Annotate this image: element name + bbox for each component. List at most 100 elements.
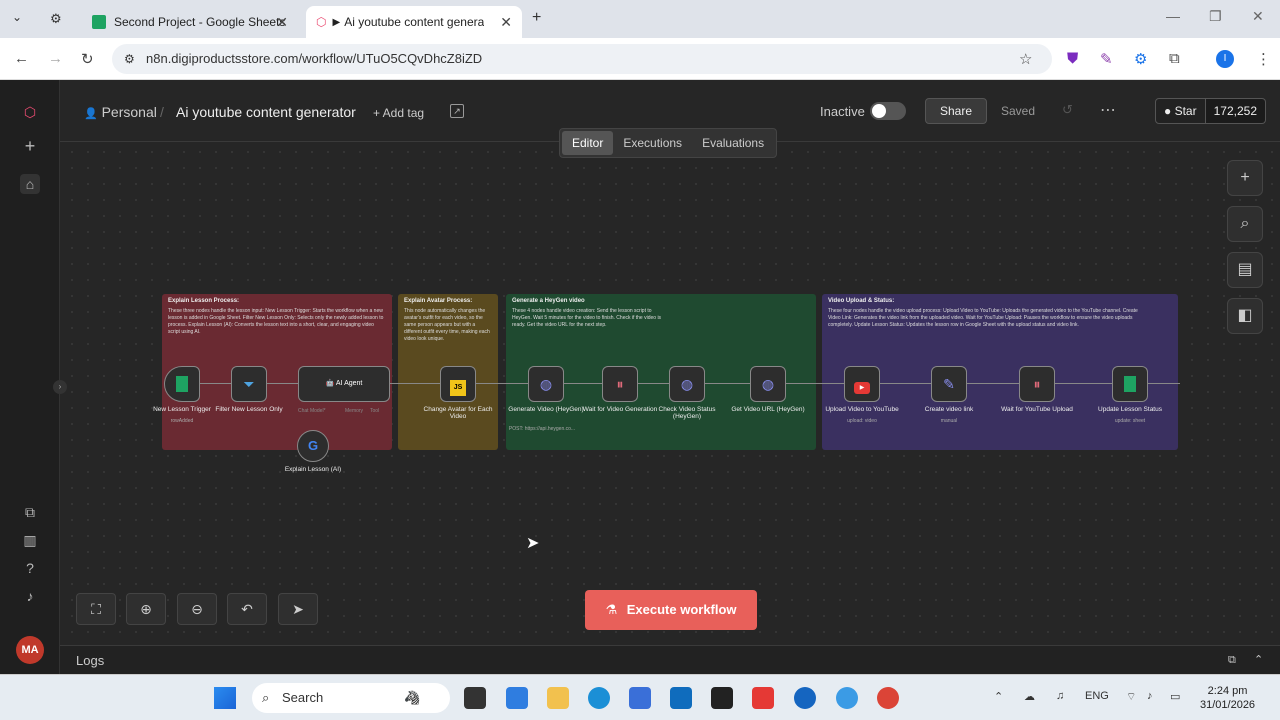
browser-menu-icon[interactable]: ⋮ [1256,50,1271,68]
add-icon[interactable]: + [20,136,40,156]
app-t-icon[interactable] [794,687,816,709]
battery-icon[interactable]: ▭ [1170,690,1180,703]
volume-icon[interactable]: ♪ [1147,690,1153,702]
taskbar-search[interactable]: ⌕ Search 🦓 [252,683,450,713]
node-upload-youtube[interactable]: ▶ [844,366,880,402]
new-tab-icon[interactable]: + [532,9,541,27]
project-breadcrumb[interactable]: 👤 Personal [84,104,157,120]
sync-app-icon[interactable] [836,687,858,709]
node-wait-youtube[interactable]: ⏸ [1019,366,1055,402]
share-button[interactable]: Share [925,98,987,124]
windows-start-icon[interactable] [214,687,236,709]
maximize-icon[interactable]: ❐ [1209,8,1222,25]
url-input[interactable]: ⚙ n8n.digiproductsstore.com/workflow/UTu… [112,44,1052,74]
minimize-icon[interactable]: — [1166,8,1180,24]
system-clock[interactable]: 2:24 pm 31/01/2026 [1200,684,1255,712]
node-label: Wait for YouTube Upload [1001,406,1073,413]
node-generate-video[interactable]: ◍ [528,366,564,402]
microsoft365-icon[interactable] [506,687,528,709]
gear-extension-icon[interactable]: ⚙ [1134,50,1147,68]
mic-icon[interactable]: ♫ [1056,690,1064,702]
store-icon[interactable] [629,687,651,709]
network-icon[interactable]: ☁ [1024,690,1035,703]
language-indicator[interactable]: ENG [1085,690,1109,702]
chevron-up-icon[interactable]: ⌃ [1254,646,1263,675]
wifi-icon[interactable]: ⌔ [1126,690,1136,704]
templates-icon[interactable]: ⧉ [20,502,40,522]
add-node-button[interactable]: + [1227,160,1263,196]
node-label: Create video link [924,406,974,413]
tab-evaluations[interactable]: Evaluations [692,131,774,155]
chatgpt-tab-icon[interactable]: ⚙ [50,11,62,27]
node-sub: manual [940,418,958,424]
play-icon: ▶ [332,16,341,28]
help-icon[interactable]: ? [20,558,40,578]
reload-icon[interactable]: ↻ [81,50,94,68]
execute-workflow-button[interactable]: ⚗ Execute workflow [585,590,757,630]
node-label: Check Video Status (HeyGen) [658,406,716,420]
active-toggle[interactable] [870,102,906,120]
node-update-status[interactable] [1112,366,1148,402]
node-label: Explain Lesson (AI) [284,466,342,473]
more-options-icon[interactable]: ⋯ [1100,100,1116,120]
node-ai-agent[interactable]: 🤖 AI Agent [298,366,390,402]
search-placeholder: Search [282,690,324,705]
search-nodes-button[interactable]: ⌕ [1227,206,1263,242]
ai-agent-label: AI Agent [335,380,363,387]
close-icon[interactable]: ✕ [500,14,512,31]
node-wait-video[interactable]: ⏸ [602,366,638,402]
zoom-to-fit-button[interactable]: ⛶ [76,593,116,625]
zoom-in-button[interactable]: ⊕ [126,593,166,625]
extensions-icon[interactable]: ⧉ [1169,50,1180,67]
tidy-up-button[interactable]: ➤ [278,593,318,625]
node-get-video-url[interactable]: ◍ [750,366,786,402]
file-explorer-icon[interactable] [547,687,569,709]
node-create-link[interactable]: ✎ [931,366,967,402]
tab-google-sheets[interactable]: Second Project - Google Sheets ✕ [82,6,298,38]
node-change-avatar[interactable]: JS [440,366,476,402]
popout-icon[interactable]: ⧉ [1228,646,1236,675]
task-view-icon[interactable] [464,687,486,709]
pen-extension-icon[interactable]: ✎ [1100,50,1113,68]
edit-description-icon[interactable]: ↗ [450,104,464,118]
undo-button[interactable]: ↶ [227,593,267,625]
close-window-icon[interactable]: ✕ [1252,8,1264,25]
profile-avatar[interactable]: I [1216,50,1234,68]
youtube-icon[interactable] [752,687,774,709]
notifications-icon[interactable]: ♪ [20,586,40,606]
bookmark-star-icon[interactable]: ☆ [1019,50,1032,68]
zoom-out-button[interactable]: ⊖ [177,593,217,625]
node-filter-new-lesson[interactable]: ⏷ [231,366,267,402]
node-new-lesson-trigger[interactable] [164,366,200,402]
add-tag-button[interactable]: + Add tag [373,106,424,120]
tray-chevron-icon[interactable]: ⌃ [994,690,1003,703]
site-info-icon[interactable]: ⚙ [124,44,135,74]
terminal-icon[interactable] [711,687,733,709]
github-icon: ● [1164,104,1172,118]
back-icon[interactable]: ← [14,50,29,67]
workflow-title[interactable]: Ai youtube content generator [176,104,356,120]
tab-n8n-workflow[interactable]: ⬡ ▶ Ai youtube content generato ✕ [306,6,522,38]
n8n-logo-icon[interactable]: ⬡ [20,102,40,122]
node-check-status[interactable]: ◍ [669,366,705,402]
logs-panel[interactable]: Logs ⧉ ⌃ [60,645,1280,674]
home-icon[interactable]: ⌂ [20,174,40,194]
shield-extension-icon[interactable]: ⛊ [1067,50,1078,67]
tab-list-chevron-icon[interactable]: ⌄ [12,10,22,24]
tab-editor[interactable]: Editor [562,131,614,155]
chrome-icon[interactable] [877,687,899,709]
close-icon[interactable]: ✕ [276,14,288,31]
insights-icon[interactable]: ▥ [20,530,40,550]
sticky-note-button[interactable]: ▤ [1227,252,1263,288]
history-icon[interactable]: ↺ [1062,102,1073,118]
user-avatar[interactable]: MA [16,636,44,664]
github-star-button[interactable]: ● Star 172,252 [1155,98,1266,124]
edge-icon[interactable] [588,687,610,709]
node-explain-lesson-ai[interactable]: G [297,430,329,462]
view-tabs: Editor Executions Evaluations [559,128,778,158]
panel-toggle-button[interactable]: ◧ [1227,298,1263,334]
outlook-icon[interactable] [670,687,692,709]
forward-icon[interactable]: → [48,50,63,67]
tab-executions[interactable]: Executions [613,131,692,155]
expand-sidebar-icon[interactable]: › [53,380,67,394]
